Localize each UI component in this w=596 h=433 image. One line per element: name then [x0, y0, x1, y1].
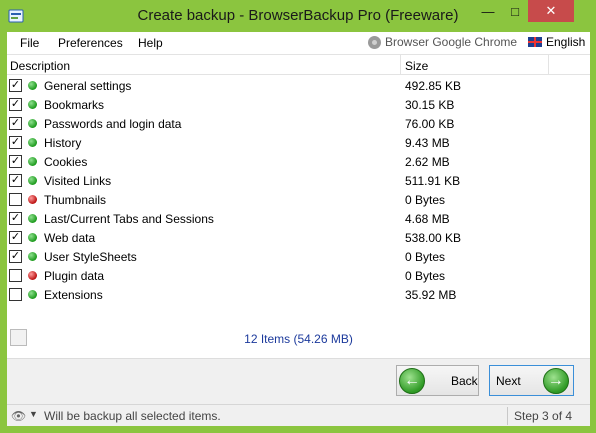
status-dot-icon — [28, 138, 37, 147]
list-item[interactable]: ✓ Bookmarks 30.15 KB — [7, 95, 590, 114]
item-checkbox[interactable]: ✓ — [9, 98, 22, 111]
eye-icon[interactable]: 👁 — [11, 409, 26, 423]
status-dot-icon — [28, 252, 37, 261]
item-size: 511.91 KB — [405, 174, 461, 188]
item-label: Last/Current Tabs and Sessions — [44, 212, 214, 226]
next-button[interactable]: Next → — [489, 365, 574, 396]
item-size: 0 Bytes — [405, 250, 446, 264]
item-checkbox[interactable]: ✓ — [9, 136, 22, 149]
menu-preferences[interactable]: Preferences — [58, 36, 123, 50]
item-checkbox[interactable]: ✓ — [9, 231, 22, 244]
item-label: Web data — [44, 231, 96, 245]
item-label: Extensions — [44, 288, 103, 302]
item-label: History — [44, 136, 82, 150]
column-header-description[interactable]: Description — [10, 59, 70, 73]
item-label: Passwords and login data — [44, 117, 182, 131]
list-item[interactable]: ✓ General settings 492.85 KB — [7, 76, 590, 95]
status-dot-icon — [28, 176, 37, 185]
item-label: Bookmarks — [44, 98, 105, 112]
item-size: 9.43 MB — [405, 136, 450, 150]
item-label: User StyleSheets — [44, 250, 137, 264]
list-item[interactable]: ✓ History 9.43 MB — [7, 133, 590, 152]
item-size: 492.85 KB — [405, 79, 462, 93]
close-button[interactable]: ✕ — [528, 0, 574, 22]
list-item[interactable]: Thumbnails 0 Bytes — [7, 190, 590, 209]
item-label: Plugin data — [44, 269, 105, 283]
title-bar[interactable]: Create backup - BrowserBackup Pro (Freew… — [0, 0, 596, 32]
list-item[interactable]: ✓ Last/Current Tabs and Sessions 4.68 MB — [7, 209, 590, 228]
item-size: 0 Bytes — [405, 193, 446, 207]
list-item[interactable]: Extensions 35.92 MB — [7, 285, 590, 304]
list-item[interactable]: ✓ Cookies 2.62 MB — [7, 152, 590, 171]
item-size: 538.00 KB — [405, 231, 462, 245]
item-size: 2.62 MB — [405, 155, 450, 169]
language-selector[interactable]: English — [528, 35, 585, 49]
list-header: Description Size — [7, 55, 590, 75]
arrow-left-icon: ← — [399, 367, 425, 394]
item-size: 4.68 MB — [405, 212, 450, 226]
status-dot-icon — [28, 119, 37, 128]
backup-items-list: Description Size ✓ General settings 492.… — [7, 54, 590, 329]
list-item[interactable]: ✓ Passwords and login data 76.00 KB — [7, 114, 590, 133]
status-bar: 👁 ▼ Will be backup all selected items. S… — [7, 404, 590, 426]
status-dot-icon — [28, 214, 37, 223]
item-checkbox[interactable]: ✓ — [9, 250, 22, 263]
language-label: English — [546, 35, 586, 49]
status-message: Will be backup all selected items. — [44, 409, 221, 423]
status-dot-icon — [28, 271, 37, 280]
status-dot-icon — [28, 290, 37, 299]
menu-file[interactable]: File — [20, 36, 39, 50]
item-size: 30.15 KB — [405, 98, 455, 112]
item-label: Thumbnails — [44, 193, 107, 207]
list-item[interactable]: Plugin data 0 Bytes — [7, 266, 590, 285]
menu-help[interactable]: Help — [138, 36, 163, 50]
status-dot-icon — [28, 81, 37, 90]
menu-bar: File Preferences Help Browser Google Chr… — [7, 32, 590, 54]
item-size: 0 Bytes — [405, 269, 446, 283]
status-dot-icon — [28, 195, 37, 204]
list-item[interactable]: ✓ Visited Links 511.91 KB — [7, 171, 590, 190]
column-divider[interactable] — [548, 55, 549, 75]
list-item[interactable]: ✓ User StyleSheets 0 Bytes — [7, 247, 590, 266]
uk-flag-icon — [528, 37, 542, 47]
back-label: Back — [451, 373, 478, 388]
column-divider[interactable] — [400, 55, 401, 75]
item-checkbox[interactable]: ✓ — [9, 117, 22, 130]
items-summary: 12 Items (54.26 MB) — [244, 332, 353, 346]
wizard-nav: ← Back Next → — [7, 358, 590, 404]
item-label: Cookies — [44, 155, 88, 169]
item-checkbox[interactable]: ✓ — [9, 155, 22, 168]
client-area: File Preferences Help Browser Google Chr… — [7, 32, 590, 426]
item-label: General settings — [44, 79, 132, 93]
back-button[interactable]: ← Back — [396, 365, 479, 396]
item-checkbox[interactable]: ✓ — [9, 174, 22, 187]
app-window: Create backup - BrowserBackup Pro (Freew… — [0, 0, 596, 433]
item-size: 35.92 MB — [405, 288, 457, 302]
item-size: 76.00 KB — [405, 117, 455, 131]
status-dot-icon — [28, 100, 37, 109]
chevron-down-icon[interactable]: ▼ — [29, 409, 38, 419]
maximize-button[interactable]: □ — [502, 0, 528, 22]
status-divider — [507, 407, 508, 425]
chrome-icon — [368, 35, 381, 49]
browser-label: Browser Google Chrome — [385, 35, 518, 49]
item-checkbox[interactable] — [9, 193, 22, 206]
column-header-size[interactable]: Size — [405, 59, 428, 73]
item-checkbox[interactable]: ✓ — [9, 212, 22, 225]
list-status: 12 Items (54.26 MB) — [7, 329, 590, 351]
item-checkbox[interactable] — [9, 288, 22, 301]
step-indicator: Step 3 of 4 — [514, 409, 573, 423]
status-dot-icon — [28, 157, 37, 166]
list-item[interactable]: ✓ Web data 538.00 KB — [7, 228, 590, 247]
item-label: Visited Links — [44, 174, 112, 188]
arrow-right-icon: → — [542, 367, 569, 394]
item-checkbox[interactable] — [9, 269, 22, 282]
status-dot-icon — [28, 233, 37, 242]
item-checkbox[interactable]: ✓ — [9, 79, 22, 92]
browser-selector[interactable]: Browser Google Chrome — [368, 35, 517, 49]
next-label: Next — [496, 373, 521, 388]
minimize-button[interactable]: — — [474, 0, 502, 22]
